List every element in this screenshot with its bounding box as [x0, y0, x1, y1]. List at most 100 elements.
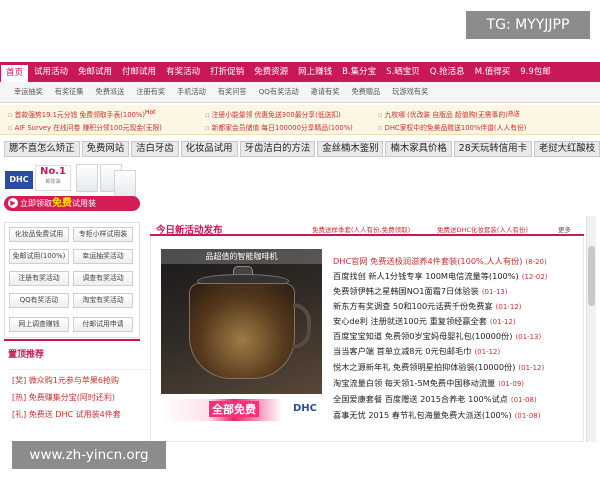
side-menu-item[interactable]: 免邮试用(100%) — [9, 249, 69, 264]
announcement-link[interactable]: ▫ 注册小能量领 优惠免送300最分享(低送扣) — [205, 109, 373, 119]
news-item[interactable]: DHC官网 免费送极润滋养4件套装(100%,人人有份) (8-20) — [333, 255, 578, 268]
keyword-tags: 腮不直怎么矫正 免费网站 洁白牙齿 化妆品试用 牙齿洁白的方法 金丝楠木鉴别 楠… — [4, 141, 600, 157]
no1-badge: No.1 卸妆油 — [35, 165, 71, 191]
news-item[interactable]: 当当客户端 首单立减8元 0元包邮毛巾 (01-12) — [333, 345, 578, 358]
news-item[interactable]: 全国爱康套餐 百度赠送 2015合养老 100%试点 (01-08) — [333, 393, 578, 406]
promo-banner[interactable]: 全部免费 DHC — [161, 399, 322, 421]
nav-item-trial[interactable]: 试用活动 — [29, 62, 73, 82]
announcement-link[interactable]: ▫ DHC家权中的免美品赠送100%伴谱(人人有份) — [378, 122, 596, 132]
news-item[interactable]: 安心de利 注册就送100元 重复领经赢全套 (01-12) — [333, 315, 578, 328]
side-menu-item[interactable]: 网上调查赚钱 — [9, 317, 69, 332]
nav-item-prize-activity[interactable]: 有奖活动 — [161, 62, 205, 82]
side-divider — [4, 339, 140, 341]
announcement-link[interactable]: ▫ AIF Survey 在线问卷 赚积分领100元现金(无限) — [8, 122, 200, 132]
keyword-tag[interactable]: 牙齿洁白的方法 — [239, 141, 316, 157]
side-menu-item[interactable]: 化妆品免费试用 — [9, 227, 69, 242]
subnav-item-register-prize[interactable]: 注册有奖 — [130, 87, 171, 97]
keyword-tag[interactable]: 腮不直怎么矫正 — [4, 141, 80, 157]
keyword-tag[interactable]: 洁白牙齿 — [131, 141, 179, 157]
announcement-link[interactable]: ▫ 九枚哪 (优改装 自版品 超值购(无需事的)热送 — [378, 109, 596, 119]
news-item[interactable]: 喜事无忧 2015 春节礼包海量免费大派送(100%) (01-08) — [333, 409, 578, 422]
news-item[interactable]: 百度宝宝知道 免费领0岁宝妈母婴礼包(10000份) (01-13) — [333, 330, 578, 343]
subnav-item-qq-activity[interactable]: QQ有奖活动 — [253, 87, 305, 97]
keyword-tag[interactable]: 老挝大红酸枝 — [533, 141, 600, 157]
dhc-logo[interactable]: DHC — [5, 171, 33, 189]
news-item[interactable]: 悦木之源新年礼 免费领明星拍抑体验装(10000份) (01-12) — [333, 361, 578, 374]
keyword-tag[interactable]: 化妆品试用 — [180, 141, 238, 157]
product-image — [114, 170, 136, 198]
main-panel-title: 今日新活动发布 — [156, 225, 223, 236]
side-category-menu: 化妆品免费试用 专柜小样试用装 免邮试用(100%) 幸运抽奖活动 注册有奖活动… — [4, 222, 140, 338]
subnav-item-free-delivery[interactable]: 免费派送 — [90, 87, 131, 97]
hot-badge: Hot — [145, 109, 156, 116]
announcement-link[interactable]: ▫ 首款强势19.1元分钱 免费领取手表(100%)Hot — [8, 109, 200, 119]
side-menu-item[interactable]: 淘宝有奖活动 — [73, 293, 133, 308]
tg-watermark-badge: TG: MYYJJPP — [466, 11, 590, 39]
side-menu-item[interactable]: 注册有奖活动 — [9, 271, 69, 286]
vertical-scrollbar[interactable] — [586, 216, 596, 442]
nav-item-paid-shipping-trial[interactable]: 付邮试用 — [117, 62, 161, 82]
news-item[interactable]: 淘宝流量白领 每天领1-5M免费中国移动流量 (01-09) — [333, 377, 578, 390]
nav-item-grab-info[interactable]: Q.抢活息 — [425, 62, 470, 82]
keyword-tag[interactable]: 28天玩转信用卡 — [453, 141, 532, 157]
subnav-item-freebies[interactable]: 免费赠品 — [345, 87, 386, 97]
side-menu-item[interactable]: 调查有奖活动 — [73, 271, 133, 286]
side-recommend-title: 置顶推荐 — [8, 350, 45, 360]
subnav-item-mobile-activity[interactable]: 手机活动 — [171, 87, 212, 97]
no1-title: No.1 — [40, 166, 66, 177]
subnav-item-prize-solicitation[interactable]: 有奖征集 — [49, 87, 90, 97]
nav-item-99-free-ship[interactable]: 9.9包邮 — [515, 62, 556, 82]
nav-item-free-shipping-trial[interactable]: 免邮试用 — [73, 62, 117, 82]
announcement-icon: ▫ — [378, 124, 383, 132]
subnav-item-invite[interactable]: 邀请有奖 — [305, 87, 346, 97]
announcement-bar: ▫ 首款强势19.1元分钱 免费领取手表(100%)Hot ▫ 注册小能量领 优惠免… — [0, 105, 600, 135]
claim-free-trial-button[interactable]: ▶ 立即领取免费试用装 — [4, 196, 140, 211]
side-menu-item[interactable]: QQ有奖活动 — [9, 293, 69, 308]
hot-badge: 热送 — [507, 111, 520, 118]
sub-nav: 幸运抽奖 有奖征集 免费派送 注册有奖 手机活动 有奖问答 QQ有奖活动 邀请有… — [0, 82, 600, 103]
side-news-item[interactable]: [礼] 免费送 DHC 试用装4件套 — [12, 409, 121, 420]
divider — [10, 369, 150, 370]
page: TG: MYYJJPP 首页 试用活动 免邮试用 付邮试用 有奖活动 打折促销 … — [0, 0, 600, 480]
side-menu-item[interactable]: 付邮试用申请 — [73, 317, 133, 332]
announcement-link[interactable]: ▫ 新都家会员储值 每日100000分享精品(100%) — [205, 122, 373, 132]
subnav-item-quiz[interactable]: 有奖问答 — [212, 87, 253, 97]
announcement-icon: ▫ — [8, 124, 13, 132]
banner-brand: DHC — [293, 403, 318, 414]
news-item[interactable]: 新东方有奖调查 50和100元话费千份免费宴 (01-12) — [333, 300, 578, 313]
product-image — [76, 164, 98, 192]
nav-item-home[interactable]: 首页 — [0, 64, 30, 82]
nav-item-discount[interactable]: 打折促销 — [205, 62, 249, 82]
subnav-item-lucky-draw[interactable]: 幸运抽奖 — [8, 87, 49, 97]
keyword-tag[interactable]: 楠木家具价格 — [385, 141, 452, 157]
keyword-tag[interactable]: 免费网站 — [81, 141, 130, 157]
kettle-body — [189, 283, 295, 379]
nav-item-jifenbao[interactable]: B.集分宝 — [337, 62, 381, 82]
no1-subtitle: 卸妆油 — [45, 179, 61, 185]
side-news-item[interactable]: [热] 免费赚集分宝(阿时还利) — [12, 392, 115, 403]
side-menu-item[interactable]: 幸运抽奖活动 — [73, 249, 133, 264]
announcement-icon: ▫ — [8, 111, 13, 119]
news-item[interactable]: 百度找创 新人1分钱专享 100M电信流量等(100%) (12-02) — [333, 270, 578, 283]
nav-item-share-baby[interactable]: S.晒宝贝 — [381, 62, 425, 82]
news-item[interactable]: 免费领伊韩之星韩国NO1面霜7日体验装 (01-13) — [333, 285, 578, 298]
subnav-item-game-prize[interactable]: 玩游戏有奖 — [386, 87, 434, 97]
banner-text: 全部免费 — [209, 401, 259, 417]
header-link[interactable]: 免费送DHC化妆套装(人人有份) — [437, 224, 528, 234]
side-news-item[interactable]: [奖] 微众购1元参与苹果6抢购 — [12, 375, 119, 386]
nav-item-earn-online[interactable]: 网上赚钱 — [293, 62, 337, 82]
featured-product-image[interactable]: 品超值的智能咖啡机 — [161, 249, 322, 394]
scrollbar-thumb[interactable] — [588, 246, 595, 306]
announcement-icon: ▫ — [378, 111, 383, 119]
keyword-tag[interactable]: 金丝楠木鉴别 — [317, 141, 384, 157]
nav-item-worth-buying[interactable]: M.值得买 — [470, 62, 516, 82]
more-link[interactable]: 更多 — [558, 224, 571, 234]
header-link[interactable]: 免费送样季套(人人有份,免费领取) — [312, 224, 410, 234]
announcement-icon: ▫ — [205, 111, 210, 119]
nav-item-free-resources[interactable]: 免费资源 — [249, 62, 293, 82]
side-menu-item[interactable]: 专柜小样试用装 — [73, 227, 133, 242]
featured-caption: 品超值的智能咖啡机 — [161, 249, 322, 264]
site-watermark-badge: www.zh-yincn.org — [12, 441, 166, 469]
arrow-right-icon: ▶ — [8, 198, 18, 208]
kettle-handle — [293, 303, 311, 349]
